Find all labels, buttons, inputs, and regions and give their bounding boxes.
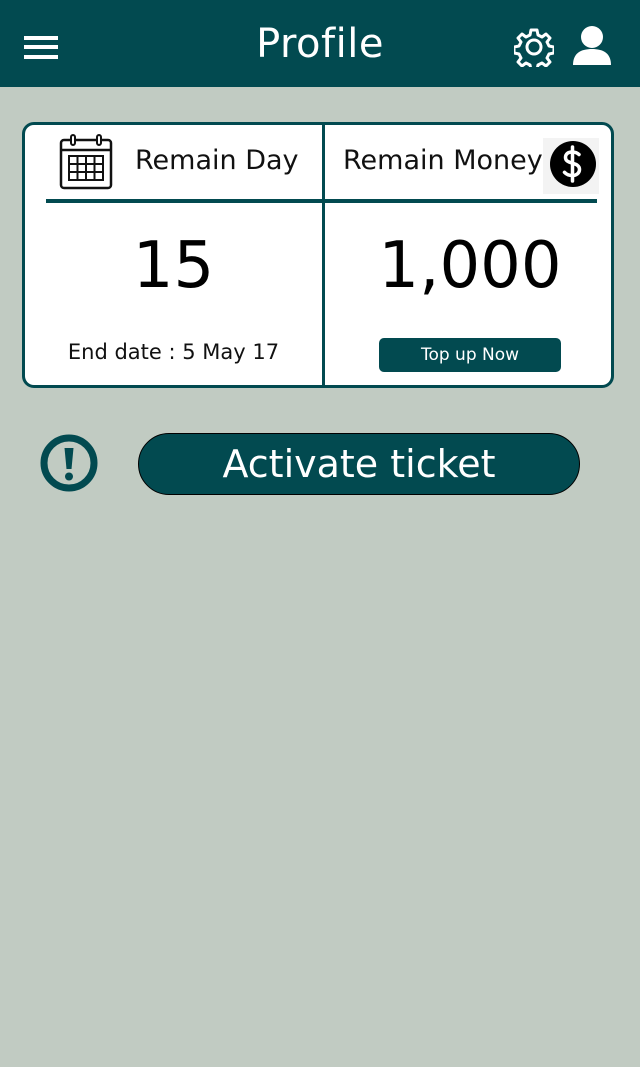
activate-ticket-button[interactable]: Activate ticket [138, 433, 580, 495]
dollar-icon [543, 138, 599, 194]
gear-icon[interactable] [512, 27, 556, 72]
remain-day-label: Remain Day [135, 145, 299, 176]
top-up-now-button[interactable]: Top up Now [379, 338, 561, 372]
exclamation-icon[interactable] [40, 434, 98, 492]
money-header-divider [325, 199, 597, 203]
user-icon[interactable] [572, 24, 612, 66]
remain-money-value: 1,000 [378, 229, 562, 303]
remain-summary-card: Remain Day Remain Money 15 1,000 End dat… [22, 122, 614, 388]
calendar-icon [59, 134, 113, 190]
day-header-divider [46, 199, 322, 203]
end-date-text: End date : 5 May 17 [67, 340, 280, 364]
top-app-bar: Profile [0, 0, 640, 87]
remain-money-label: Remain Money [343, 145, 543, 176]
remain-day-value: 15 [132, 229, 215, 303]
